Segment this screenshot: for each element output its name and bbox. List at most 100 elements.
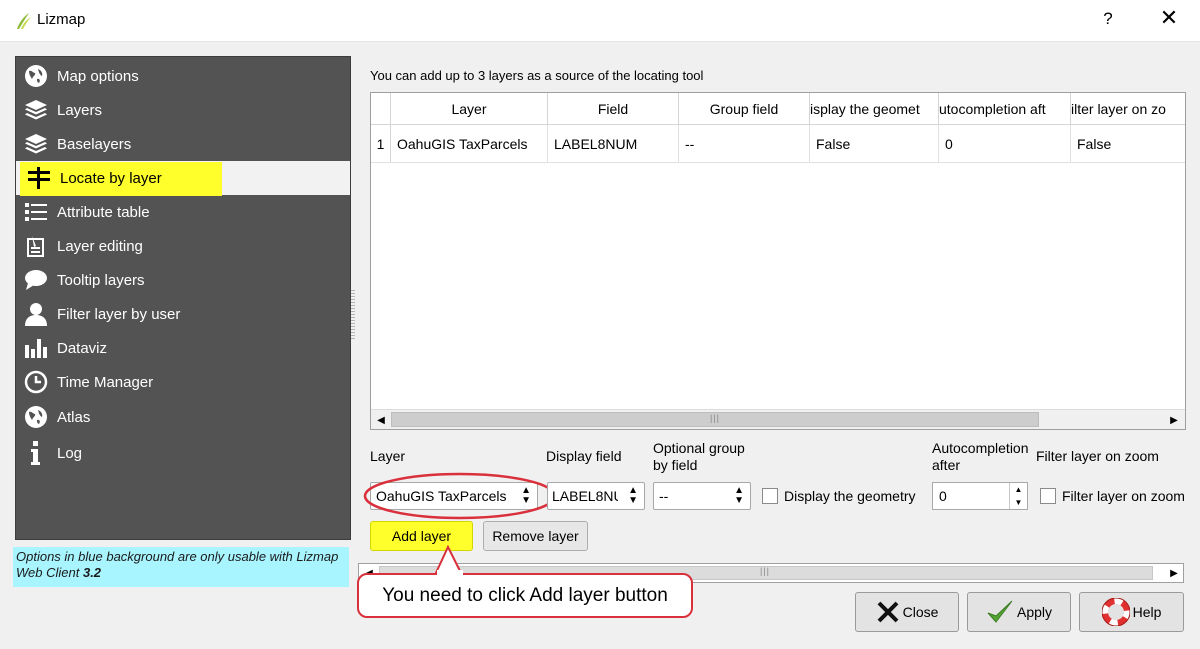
spin-buttons[interactable]: ▲ ▼: [1009, 483, 1027, 509]
spin-down-icon[interactable]: ▼: [1015, 498, 1023, 507]
sidebar-item-time-manager[interactable]: Time Manager: [16, 365, 350, 399]
sidebar-item-label: Map options: [57, 67, 139, 85]
list-icon: [23, 199, 49, 225]
table-cell[interactable]: 0: [939, 125, 1071, 163]
display-field-select[interactable]: LABEL8NUM ▲▼: [547, 482, 645, 510]
help-title-button[interactable]: ?: [1098, 9, 1118, 29]
layer-label: Layer: [370, 448, 406, 464]
sidebar-item-baselayers[interactable]: Baselayers: [16, 127, 350, 161]
sidebar-item-locate-by-layer[interactable]: Locate by layer: [16, 161, 350, 196]
display-geometry-checkbox[interactable]: [762, 488, 778, 504]
grip-icon: |||: [710, 413, 721, 423]
group-field-label-line1: Optional group: [653, 440, 745, 456]
splitter-handle[interactable]: [351, 290, 355, 340]
column-header[interactable]: Field: [548, 93, 679, 125]
sidebar-item-label: Atlas: [57, 408, 91, 426]
sidebar-item-label: Log: [57, 444, 83, 462]
row-number-header: [371, 93, 391, 125]
help-button[interactable]: Help: [1079, 592, 1184, 632]
sidebar-item-attribute-table[interactable]: Attribute table: [16, 195, 350, 229]
red-circle-annotation: [363, 472, 557, 520]
autocomp-label-line1: Autocompletion: [932, 440, 1029, 456]
window-title: Lizmap: [37, 11, 86, 28]
checkmark-icon: [986, 598, 1014, 626]
sidebar: Map options Layers Baselayers Locate by …: [15, 56, 351, 540]
close-button[interactable]: Close: [855, 592, 959, 632]
filter-zoom-checkbox[interactable]: [1040, 488, 1056, 504]
table-cell[interactable]: OahuGIS TaxParcels: [391, 125, 548, 163]
sidebar-item-label: Attribute table: [57, 203, 150, 221]
autocomp-label-line2: after: [932, 457, 961, 473]
scroll-right-icon[interactable]: ▶: [1167, 412, 1181, 428]
note-version: 3.2: [82, 565, 102, 580]
sidebar-item-label: Time Manager: [57, 373, 154, 391]
sidebar-item-tooltip-layers[interactable]: Tooltip layers: [16, 263, 350, 297]
column-header[interactable]: isplay the geomet: [810, 93, 939, 125]
column-header[interactable]: Layer: [391, 93, 548, 125]
help-label: Help: [1132, 604, 1162, 620]
column-header[interactable]: ilter layer on zo: [1071, 93, 1185, 125]
globe-icon: [23, 404, 49, 430]
column-header[interactable]: utocompletion aft: [939, 93, 1071, 125]
grip-icon: |||: [760, 566, 771, 576]
table-header: Layer Field Group field isplay the geome…: [371, 93, 1185, 125]
display-field-label: Display field: [546, 448, 622, 464]
callout-pointer-mask: [437, 570, 463, 576]
sidebar-item-dataviz[interactable]: Dataviz: [16, 331, 350, 365]
filter-zoom-checkbox-label: Filter layer on zoom: [1062, 488, 1185, 504]
sidebar-item-label: Dataviz: [57, 339, 108, 357]
close-window-button[interactable]: ✕: [1156, 5, 1182, 31]
group-field-label-line2: by field: [653, 457, 698, 473]
title-bar: [0, 0, 1200, 42]
layers-icon: [23, 97, 49, 123]
apply-label: Apply: [1016, 604, 1053, 620]
sidebar-item-label: Tooltip layers: [57, 271, 145, 289]
speech-bubble-icon: [23, 267, 49, 293]
sidebar-item-layer-editing[interactable]: Layer editing: [16, 229, 350, 263]
sidebar-item-label: Layers: [57, 101, 103, 119]
display-field-value: LABEL8NUM: [552, 488, 618, 504]
updown-arrows-icon: ▲ ▼: [734, 485, 744, 506]
table-cell[interactable]: LABEL8NUM: [548, 125, 679, 163]
close-x-icon: [876, 600, 900, 624]
lifebuoy-icon: [1101, 598, 1130, 626]
bar-chart-icon: [23, 335, 49, 361]
table-row[interactable]: 1 OahuGIS TaxParcels LABEL8NUM -- False …: [371, 125, 1185, 163]
sidebar-item-label: Layer editing: [57, 237, 143, 255]
sidebar-item-layers[interactable]: Layers: [16, 93, 350, 127]
sidebar-item-filter-layer-by-user[interactable]: Filter layer by user: [16, 297, 350, 331]
scroll-thumb[interactable]: |||: [391, 412, 1039, 427]
scroll-left-icon[interactable]: ◀: [374, 412, 388, 428]
remove-layer-button[interactable]: Remove layer: [483, 521, 588, 551]
signpost-icon: [26, 165, 52, 191]
sidebar-item-label: Filter layer by user: [57, 305, 181, 323]
locate-layers-table: Layer Field Group field isplay the geome…: [370, 92, 1186, 430]
updown-arrows-icon: ▲ ▼: [628, 485, 638, 506]
row-number[interactable]: 1: [371, 125, 391, 163]
column-header[interactable]: Group field: [679, 93, 810, 125]
autocomp-value: 0: [939, 488, 947, 504]
sidebar-item-log[interactable]: Log: [16, 436, 350, 470]
edit-icon: [23, 233, 49, 259]
apply-button[interactable]: Apply: [967, 592, 1071, 632]
table-cell[interactable]: False: [1071, 125, 1185, 163]
display-geometry-label: Display the geometry: [784, 488, 916, 504]
scroll-right-icon[interactable]: ▶: [1167, 565, 1181, 581]
baselayers-icon: [23, 131, 49, 157]
user-icon: [23, 301, 49, 327]
info-icon: [23, 440, 49, 466]
globe-icon: [23, 63, 49, 89]
sidebar-item-label: Locate by layer: [60, 169, 162, 187]
filter-zoom-label: Filter layer on zoom: [1036, 448, 1159, 464]
table-horizontal-scrollbar[interactable]: ◀ ||| ▶: [371, 409, 1185, 429]
autocomp-spinbox[interactable]: 0 ▲ ▼: [932, 482, 1028, 510]
group-field-value: --: [659, 488, 669, 504]
sidebar-item-map-options[interactable]: Map options: [16, 59, 350, 93]
sidebar-item-atlas[interactable]: Atlas: [16, 400, 350, 434]
table-cell[interactable]: False: [810, 125, 939, 163]
callout-annotation: You need to click Add layer button: [357, 573, 693, 618]
lizmap-app-icon: [13, 11, 33, 31]
table-cell[interactable]: --: [679, 125, 810, 163]
group-field-select[interactable]: -- ▲ ▼: [653, 482, 751, 510]
spin-up-icon[interactable]: ▲: [1015, 485, 1023, 494]
